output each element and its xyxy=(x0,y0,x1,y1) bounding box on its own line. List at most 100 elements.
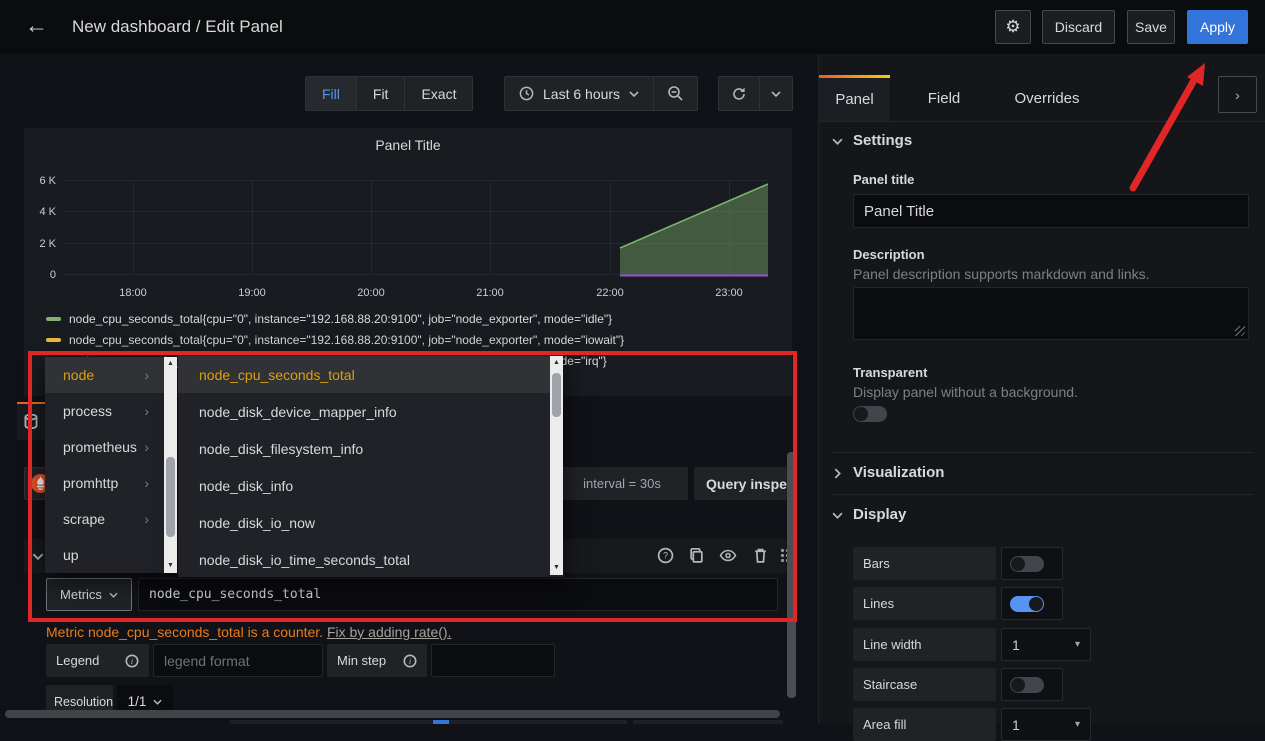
scroll-up-icon[interactable]: ▲ xyxy=(553,356,560,370)
settings-section-header[interactable]: Settings xyxy=(853,132,912,149)
info-icon[interactable]: i xyxy=(403,654,417,668)
section-chevron-down-icon[interactable] xyxy=(832,512,843,519)
menu-group-process[interactable]: process › xyxy=(45,393,177,429)
menu-metric-node-disk-io-now[interactable]: node_disk_io_now xyxy=(178,504,563,541)
section-divider xyxy=(831,494,1254,495)
transparent-label: Transparent xyxy=(853,365,927,380)
info-icon[interactable]: i xyxy=(125,654,139,668)
svg-text:?: ? xyxy=(663,551,668,561)
description-textarea[interactable] xyxy=(853,287,1249,340)
refresh-button[interactable] xyxy=(719,77,760,110)
dashboard-settings-button[interactable]: ⚙ xyxy=(995,10,1031,44)
section-chevron-down-icon[interactable] xyxy=(832,138,843,145)
duplicate-query-icon[interactable] xyxy=(688,547,705,564)
bars-toggle[interactable] xyxy=(1010,556,1044,572)
collapse-pane-button[interactable]: › xyxy=(1218,76,1257,113)
transparent-help: Display panel without a background. xyxy=(853,384,1078,400)
min-step-input[interactable] xyxy=(431,644,555,677)
tab-panel[interactable]: Panel xyxy=(819,75,890,121)
section-chevron-right-icon[interactable] xyxy=(834,468,841,479)
discard-button[interactable]: Discard xyxy=(1042,10,1115,44)
metrics-button-label: Metrics xyxy=(60,587,102,602)
legend-format-input[interactable] xyxy=(153,644,323,677)
chevron-down-icon xyxy=(629,91,639,97)
legend-swatch-green[interactable] xyxy=(46,317,61,321)
refresh-interval-dropdown[interactable] xyxy=(760,77,792,110)
panel-size-mode-group: Fill Fit Exact xyxy=(305,76,473,111)
menu-group-node[interactable]: node › xyxy=(45,357,177,393)
metrics-dropdown-button[interactable]: Metrics xyxy=(46,578,132,611)
warning-text: Metric node_cpu_seconds_total is a count… xyxy=(46,624,323,640)
refresh-group xyxy=(718,76,793,111)
fix-by-adding-rate-link[interactable]: Fix by adding rate(). xyxy=(327,624,452,640)
scroll-down-icon[interactable]: ▼ xyxy=(167,559,174,573)
staircase-toggle[interactable] xyxy=(1010,677,1044,693)
menu-metric-node-disk-device-mapper-info[interactable]: node_disk_device_mapper_info xyxy=(178,393,563,430)
zoom-out-time-button[interactable] xyxy=(654,77,697,110)
back-arrow-icon[interactable]: ← xyxy=(25,12,48,39)
y-axis-labels: 6 K 4 K 2 K 0 xyxy=(39,175,56,281)
size-mode-fit[interactable]: Fit xyxy=(357,77,406,110)
description-help: Panel description supports markdown and … xyxy=(853,266,1150,282)
display-section-header[interactable]: Display xyxy=(853,506,906,523)
visualization-section-header[interactable]: Visualization xyxy=(853,464,944,481)
panel-title-input[interactable] xyxy=(853,194,1249,228)
size-mode-fill[interactable]: Fill xyxy=(306,77,357,110)
scroll-down-icon[interactable]: ▼ xyxy=(553,561,560,575)
svg-text:0: 0 xyxy=(50,269,56,281)
legend-item[interactable]: node_cpu_seconds_total{cpu="0", instance… xyxy=(46,311,612,326)
transparent-toggle[interactable] xyxy=(853,406,887,422)
line-width-select[interactable]: 1 ▾ xyxy=(1001,628,1091,661)
caret-down-icon: ▾ xyxy=(1075,719,1080,730)
menu-group-scrape[interactable]: scrape › xyxy=(45,501,177,537)
save-button[interactable]: Save xyxy=(1127,10,1175,44)
submenu-arrow-icon: › xyxy=(144,439,149,455)
scroll-up-icon[interactable]: ▲ xyxy=(167,357,174,371)
gear-icon: ⚙ xyxy=(1005,17,1020,37)
time-range-picker[interactable]: Last 6 hours xyxy=(505,77,654,110)
resize-handle[interactable] xyxy=(1235,326,1245,336)
area-fill-label: Area fill xyxy=(853,708,996,741)
partially-visible-accent xyxy=(433,720,449,724)
menu-group-up[interactable]: up xyxy=(45,537,177,573)
query-pane-scrollbar[interactable] xyxy=(787,452,796,698)
metric-list-menu: node_cpu_seconds_total node_disk_device_… xyxy=(178,353,563,577)
menu-metric-node-disk-filesystem-info[interactable]: node_disk_filesystem_info xyxy=(178,430,563,467)
tab-field[interactable]: Field xyxy=(904,75,984,121)
legend-swatch-yellow[interactable] xyxy=(46,338,61,342)
scrollbar-thumb[interactable] xyxy=(552,373,561,417)
query-inspector-button[interactable]: Query inspector xyxy=(694,467,787,500)
query-help-icon[interactable]: ? xyxy=(657,547,674,564)
horizontal-scrollbar[interactable] xyxy=(5,710,780,718)
counter-warning: Metric node_cpu_seconds_total is a count… xyxy=(46,624,451,640)
apply-button[interactable]: Apply xyxy=(1187,10,1248,44)
group-menu-scrollbar[interactable]: ▲ ▼ xyxy=(164,357,177,573)
legend-format-label: Legend i xyxy=(46,644,149,677)
menu-group-promhttp[interactable]: promhttp › xyxy=(45,465,177,501)
delete-query-trash-icon[interactable] xyxy=(753,547,768,564)
magnifier-minus-icon xyxy=(667,85,684,102)
menu-metric-node-disk-info[interactable]: node_disk_info xyxy=(178,467,563,504)
menu-metric-node-cpu-seconds-total[interactable]: node_cpu_seconds_total xyxy=(178,356,563,393)
svg-text:i: i xyxy=(409,657,411,666)
promql-query-input[interactable] xyxy=(138,578,778,611)
collapse-chevron-icon[interactable] xyxy=(32,553,44,560)
menu-metric-node-disk-io-time-seconds-total[interactable]: node_disk_io_time_seconds_total xyxy=(178,541,563,578)
area-fill-select[interactable]: 1 ▾ xyxy=(1001,708,1091,741)
submenu-arrow-icon: › xyxy=(144,475,149,491)
tab-overrides[interactable]: Overrides xyxy=(997,75,1097,121)
lines-toggle-box xyxy=(1001,587,1063,620)
legend-label[interactable]: node_cpu_seconds_total{cpu="0", instance… xyxy=(69,312,612,326)
size-mode-exact[interactable]: Exact xyxy=(405,77,472,110)
svg-text:i: i xyxy=(131,657,133,666)
toggle-visibility-eye-icon[interactable] xyxy=(719,547,737,564)
legend-label[interactable]: node_cpu_seconds_total{cpu="0", instance… xyxy=(69,333,624,347)
scrollbar-thumb[interactable] xyxy=(166,457,175,537)
menu-group-prometheus[interactable]: prometheus › xyxy=(45,429,177,465)
top-header-bar: ← New dashboard / Edit Panel ⚙ Discard S… xyxy=(0,0,1265,54)
legend-item[interactable]: node_cpu_seconds_total{cpu="0", instance… xyxy=(46,332,624,347)
staircase-toggle-box xyxy=(1001,668,1063,701)
metric-group-menu: node › process › prometheus › promhttp ›… xyxy=(45,357,177,573)
metric-list-scrollbar[interactable]: ▲ ▼ xyxy=(550,356,563,575)
lines-toggle[interactable] xyxy=(1010,596,1044,612)
